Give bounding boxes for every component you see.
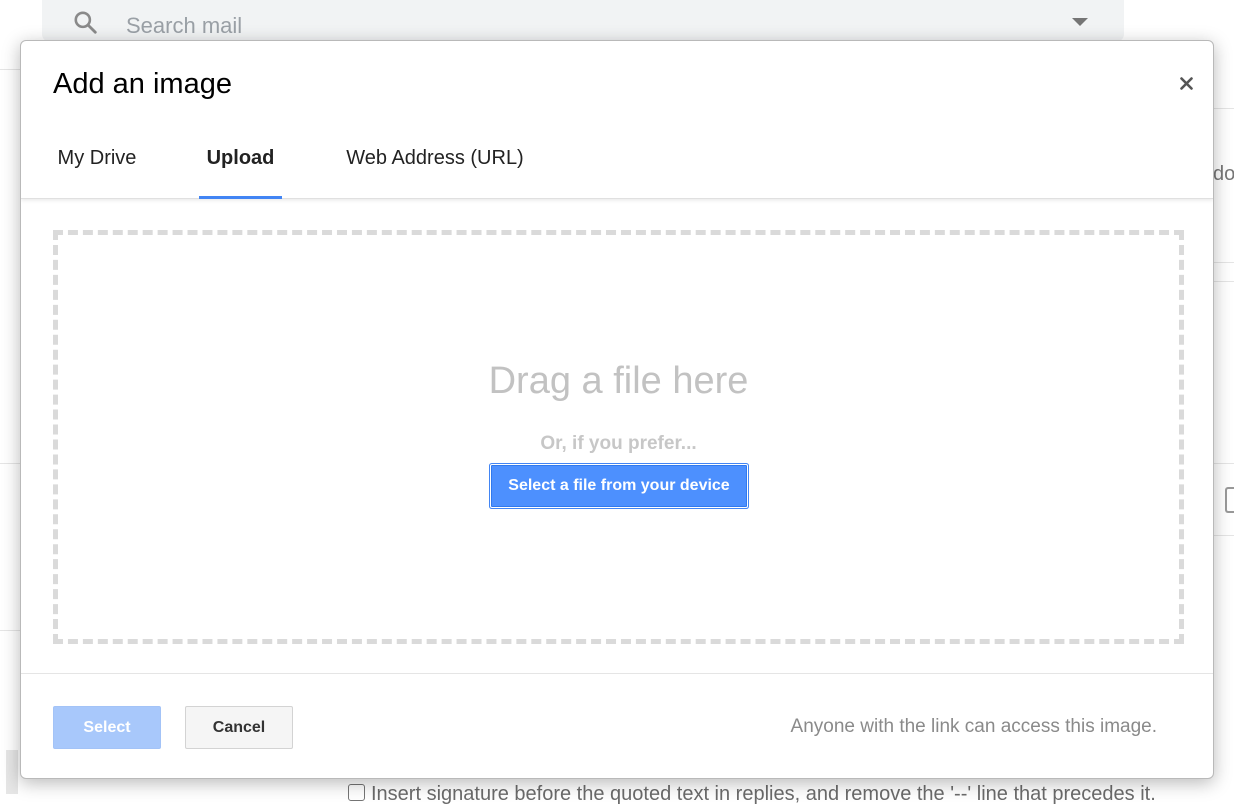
dialog-footer: Select Cancel Anyone with the link can a… xyxy=(21,673,1213,778)
search-input[interactable]: Search mail xyxy=(126,13,242,39)
select-file-from-device-button[interactable]: Select a file from your device xyxy=(490,464,748,508)
search-icon[interactable] xyxy=(72,9,98,35)
drag-file-heading: Drag a file here xyxy=(488,360,749,402)
tab-my-drive[interactable]: My Drive xyxy=(45,129,149,199)
tab-upload[interactable]: Upload xyxy=(199,129,282,199)
search-options-dropdown-icon[interactable] xyxy=(1072,18,1088,26)
signature-option[interactable]: Insert signature before the quoted text … xyxy=(348,783,1156,806)
sharing-notice: Anyone with the link can access this ima… xyxy=(790,716,1157,737)
signature-option-label: Insert signature before the quoted text … xyxy=(371,783,1156,805)
add-image-dialog: Add an image My Drive Upload Web Address… xyxy=(20,40,1214,779)
background-text-fragment: do xyxy=(1213,163,1234,185)
signature-checkbox[interactable] xyxy=(348,784,365,801)
close-icon xyxy=(1179,76,1193,90)
dialog-header: Add an image My Drive Upload Web Address… xyxy=(21,41,1213,199)
background-block xyxy=(6,750,18,794)
select-button[interactable]: Select xyxy=(53,706,161,749)
background-button-fragment xyxy=(1225,487,1234,513)
tab-web-address[interactable]: Web Address (URL) xyxy=(331,129,539,199)
file-drop-zone[interactable]: Drag a file here Or, if you prefer... Se… xyxy=(53,230,1184,644)
alternative-text: Or, if you prefer... xyxy=(540,433,697,454)
cancel-button[interactable]: Cancel xyxy=(185,706,293,749)
dialog-title: Add an image xyxy=(53,68,232,100)
close-button[interactable] xyxy=(1174,71,1198,95)
tab-bar: My Drive Upload Web Address (URL) xyxy=(21,129,1213,199)
